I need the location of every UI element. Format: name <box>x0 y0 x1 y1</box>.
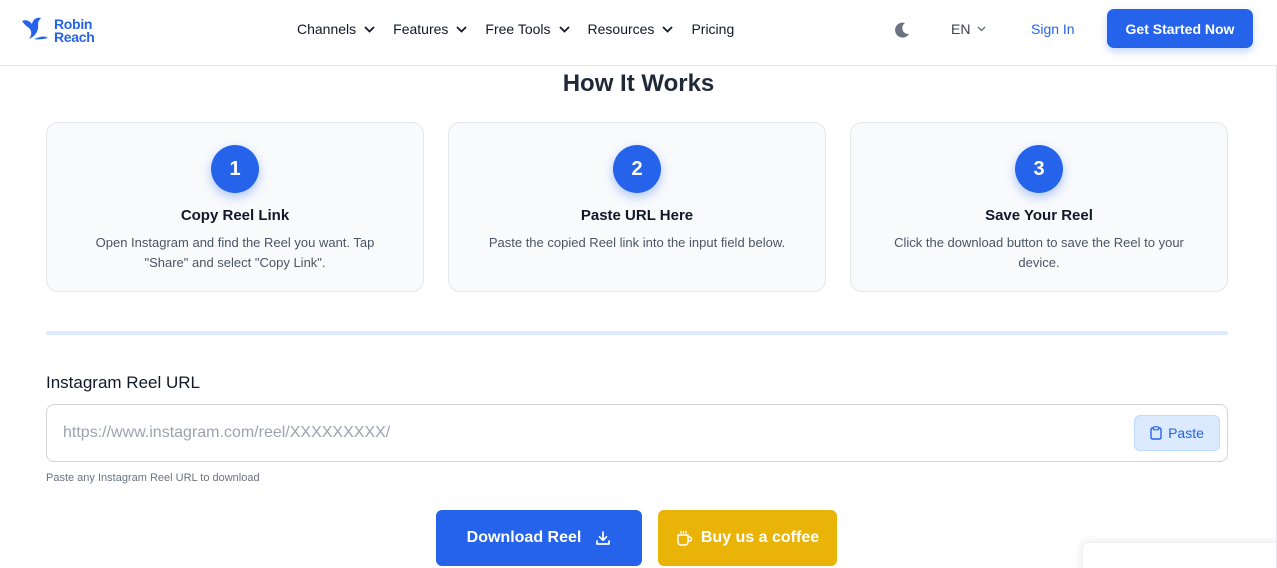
robin-reach-logo[interactable]: Robin Reach <box>20 15 95 46</box>
step-title: Save Your Reel <box>985 207 1093 224</box>
bird-icon <box>20 15 50 46</box>
logo-text: Robin Reach <box>54 17 95 45</box>
nav-channels-label: Channels <box>297 21 357 37</box>
step-card-3: 3 Save Your Reel Click the download butt… <box>850 122 1228 292</box>
language-label: EN <box>951 21 971 37</box>
chevron-down-icon <box>456 25 468 33</box>
step-card-1: 1 Copy Reel Link Open Instagram and find… <box>46 122 424 292</box>
coffee-cup-icon <box>676 530 693 547</box>
moon-icon[interactable] <box>892 20 912 45</box>
nav-channels[interactable]: Channels <box>297 21 375 37</box>
reel-url-input-wrapper: Paste <box>46 404 1228 462</box>
nav-pricing[interactable]: Pricing <box>691 21 734 37</box>
download-label: Download Reel <box>466 529 582 546</box>
chevron-down-icon <box>364 25 375 33</box>
logo-line2: Reach <box>54 28 95 45</box>
nav-resources[interactable]: Resources <box>588 21 674 37</box>
coffee-label: Buy us a coffee <box>700 529 820 546</box>
step-card-2: 2 Paste URL Here Paste the copied Reel l… <box>448 122 826 292</box>
buy-coffee-button[interactable]: Buy us a coffee <box>658 510 837 566</box>
nav-free-tools[interactable]: Free Tools <box>485 21 570 37</box>
top-navigation-bar: Robin Reach Channels Features Free Tools… <box>0 0 1277 66</box>
step-number: 2 <box>613 145 661 193</box>
language-selector[interactable]: EN <box>951 21 986 37</box>
reel-url-hint: Paste any Instagram Reel URL to download <box>46 472 260 484</box>
chevron-down-icon <box>558 25 570 33</box>
step-description: Click the download button to save the Re… <box>894 235 1184 270</box>
corner-widget[interactable] <box>1083 543 1277 568</box>
nav-resources-label: Resources <box>587 21 655 37</box>
step-description: Open Instagram and find the Reel you wan… <box>95 235 375 270</box>
nav-features[interactable]: Features <box>393 21 468 37</box>
section-divider <box>46 331 1228 335</box>
step-number: 3 <box>1015 145 1063 193</box>
step-description: Paste the copied Reel link into the inpu… <box>488 235 786 250</box>
download-icon <box>595 530 611 546</box>
nav-features-label: Features <box>393 21 449 37</box>
reel-url-input[interactable] <box>63 405 1123 461</box>
nav-pricing-label: Pricing <box>691 21 735 37</box>
chevron-down-icon <box>662 25 674 33</box>
main-nav: Channels Features Free Tools Resources P… <box>297 20 752 38</box>
chevron-down-icon <box>977 26 986 32</box>
how-it-works-title: How It Works <box>562 70 715 97</box>
sign-in-link[interactable]: Sign In <box>1031 21 1075 37</box>
paste-label: Paste <box>1168 425 1204 441</box>
get-started-button[interactable]: Get Started Now <box>1107 9 1253 48</box>
paste-button[interactable]: Paste <box>1134 415 1220 451</box>
step-number: 1 <box>211 145 259 193</box>
reel-url-label: Instagram Reel URL <box>46 373 201 392</box>
step-title: Copy Reel Link <box>180 207 290 224</box>
step-title: Paste URL Here <box>580 207 694 224</box>
clipboard-icon <box>1150 426 1162 440</box>
nav-free-tools-label: Free Tools <box>485 21 551 37</box>
download-reel-button[interactable]: Download Reel <box>436 510 642 566</box>
